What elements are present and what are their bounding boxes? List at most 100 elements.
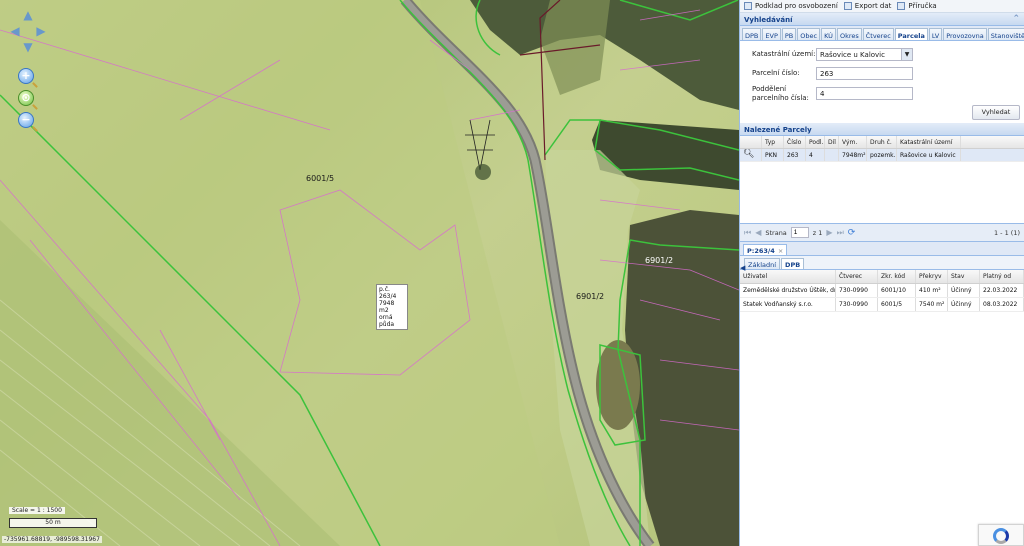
results-panel-header: Nalezené Parcely [740, 123, 1024, 136]
tab-dpb-detail[interactable]: DPB [781, 258, 805, 269]
cell-user: Zemědělské družstvo Úštěk, dr... [740, 284, 836, 297]
toolbar-label: Export dat [854, 2, 892, 10]
column-header[interactable]: Podl. [806, 136, 825, 148]
tab-provozovna[interactable]: Provozovna [943, 28, 987, 40]
scale-bar: 50 m [9, 518, 97, 528]
prev-page-icon[interactable]: ◀ [755, 228, 761, 237]
cell-status: Účinný [948, 298, 980, 311]
tab-evp[interactable]: EVP [762, 28, 781, 40]
subdivision-label-1: Poddělení [752, 85, 787, 93]
map-navigation-control: ▲ ◀ ▶ ▼ + ⊙ − [8, 8, 48, 132]
tab-okres[interactable]: Okres [836, 28, 862, 40]
column-header[interactable]: Uživatel [740, 270, 836, 283]
toolbar-label: Příručka [908, 2, 937, 10]
column-header[interactable]: Vým. [839, 136, 867, 148]
cell-part [825, 149, 839, 161]
results-count: 1 - 1 (1) [993, 228, 1020, 237]
tab-lv[interactable]: LV [928, 28, 943, 40]
arrow-up-icon[interactable]: ▲ [21, 8, 35, 22]
close-icon[interactable]: × [778, 247, 783, 255]
zoom-extent-icon[interactable]: ⊙ [18, 90, 34, 106]
cell-overlap: 7540 m² [916, 298, 948, 311]
page-input[interactable] [790, 227, 809, 238]
panel-collapse-arrow-icon[interactable]: ◀ [740, 264, 745, 274]
tab-zakladni[interactable]: Základní [744, 258, 781, 269]
detail-sub-tabs: Základní DPB [740, 256, 1024, 270]
table-row[interactable]: Zemědělské družstvo Úštěk, dr... 730-099… [740, 284, 1024, 298]
manual-button[interactable]: Příručka [897, 2, 937, 10]
top-toolbar: Podklad pro osvobození Export dat Příruč… [740, 0, 1024, 13]
refresh-icon[interactable]: ⟳ [848, 228, 856, 238]
info-area: 7948 m2 [379, 300, 395, 314]
search-panel-title: Vyhledávání [744, 16, 793, 24]
detail-tab-strip: P:263/4 × [740, 242, 1024, 256]
parcel-label: 6001/5 [306, 174, 335, 183]
subdivision-input[interactable] [816, 87, 913, 100]
arrow-left-icon[interactable]: ◀ [8, 24, 22, 38]
page-of-label: z 1 [812, 228, 823, 237]
map-view[interactable]: ▲ ◀ ▶ ▼ + ⊙ − 6001/5 6901/2 6901/2 p.č. … [0, 0, 739, 546]
scale-control: Scale = 1 : 1500 50 m [6, 506, 100, 530]
cell-subdivision: 4 [806, 149, 825, 161]
search-button[interactable]: Vyhledat [972, 105, 1020, 120]
chevron-down-icon[interactable]: ▼ [901, 49, 912, 60]
column-header[interactable]: Číslo [784, 136, 806, 148]
cell-land-type: pozemk... [867, 149, 897, 161]
scale-label: Scale = 1 : 1500 [9, 507, 65, 514]
cell-code: 6001/10 [878, 284, 916, 297]
arrow-down-icon[interactable]: ▼ [21, 40, 35, 54]
cell-status: Účinný [948, 284, 980, 297]
document-icon [744, 2, 752, 10]
ku-select[interactable]: Rašovice u Kalovic ▼ [816, 48, 913, 61]
column-header[interactable]: Stav [948, 270, 980, 283]
tab-dpb[interactable]: DPB [742, 28, 762, 40]
column-header[interactable]: Překryv [916, 270, 948, 283]
tab-pb[interactable]: PB [781, 28, 797, 40]
zoom-in-icon[interactable]: + [18, 68, 34, 84]
parcel-number-input[interactable] [816, 67, 913, 80]
column-header[interactable]: Zkr. kód [878, 270, 916, 283]
parcel-detail-tab-title: P:263/4 [747, 247, 775, 255]
arrow-right-icon[interactable]: ▶ [34, 24, 48, 38]
cell-area: 7948m² [839, 149, 867, 161]
zoom-out-icon[interactable]: − [18, 112, 34, 128]
tab-obec[interactable]: Obec [797, 28, 821, 40]
recaptcha-icon [993, 528, 1009, 544]
first-page-icon[interactable]: ⏮ [744, 228, 751, 238]
tab-stanoviste-vcel[interactable]: Stanoviště včel [987, 28, 1024, 40]
column-header[interactable]: Typ [762, 136, 784, 148]
parcel-info-box: p.č. 263/4 7948 m2 orná půda [376, 284, 408, 330]
export-data-button[interactable]: Export dat [843, 2, 892, 10]
recaptcha-badge[interactable] [978, 524, 1024, 546]
collapse-up-icon[interactable]: ⌃ [1012, 14, 1020, 24]
tab-parcel-detail[interactable]: P:263/4 × [743, 244, 788, 255]
results-pager: ⏮ ◀ Strana z 1 ▶ ⏭ ⟳ 1 - 1 (1) [740, 223, 1024, 242]
results-grid-header: Typ Číslo Podl. Díl Vým. Druh č. Katastr… [740, 136, 1024, 149]
page-label: Strana [765, 228, 787, 237]
table-row[interactable]: 🔍︎ PKN 263 4 7948m² pozemk... Rašovice u… [740, 149, 1024, 162]
column-header[interactable]: Díl [825, 136, 839, 148]
export-icon [843, 2, 852, 10]
column-header[interactable]: Katastrální území [897, 136, 961, 148]
zoom-extent-handle [32, 104, 38, 110]
cell-overlap: 410 m² [916, 284, 948, 297]
next-page-icon[interactable]: ▶ [826, 228, 832, 237]
column-header[interactable]: Platný od [980, 270, 1024, 283]
tab-ku[interactable]: KÚ [821, 28, 836, 40]
cell-valid-from: 22.03.2022 [980, 284, 1024, 297]
tab-parcela[interactable]: Parcela [894, 28, 928, 40]
magnifier-icon[interactable]: 🔍︎ [740, 149, 762, 161]
column-header[interactable]: Druh č. [867, 136, 897, 148]
column-header[interactable]: Čtverec [836, 270, 878, 283]
ku-label: Katastrální území: [752, 50, 816, 58]
tab-ctverec[interactable]: Čtverec [862, 28, 894, 40]
table-row[interactable]: Statek Vodňanský s.r.o. 730-0990 6001/5 … [740, 298, 1024, 312]
cell-number: 263 [784, 149, 806, 161]
export-basis-button[interactable]: Podklad pro osvobození [744, 2, 838, 10]
cell-cadastral-area: Rašovice u Kalovic [897, 149, 961, 161]
detail-grid-header: Uživatel Čtverec Zkr. kód Překryv Stav P… [740, 270, 1024, 284]
search-tabs: DPB EVP PB Obec KÚ Okres Čtverec Parcela… [740, 26, 1024, 41]
last-page-icon[interactable]: ⏭ [837, 228, 844, 238]
results-grid-empty-space [740, 162, 1024, 223]
cell-user: Statek Vodňanský s.r.o. [740, 298, 836, 311]
